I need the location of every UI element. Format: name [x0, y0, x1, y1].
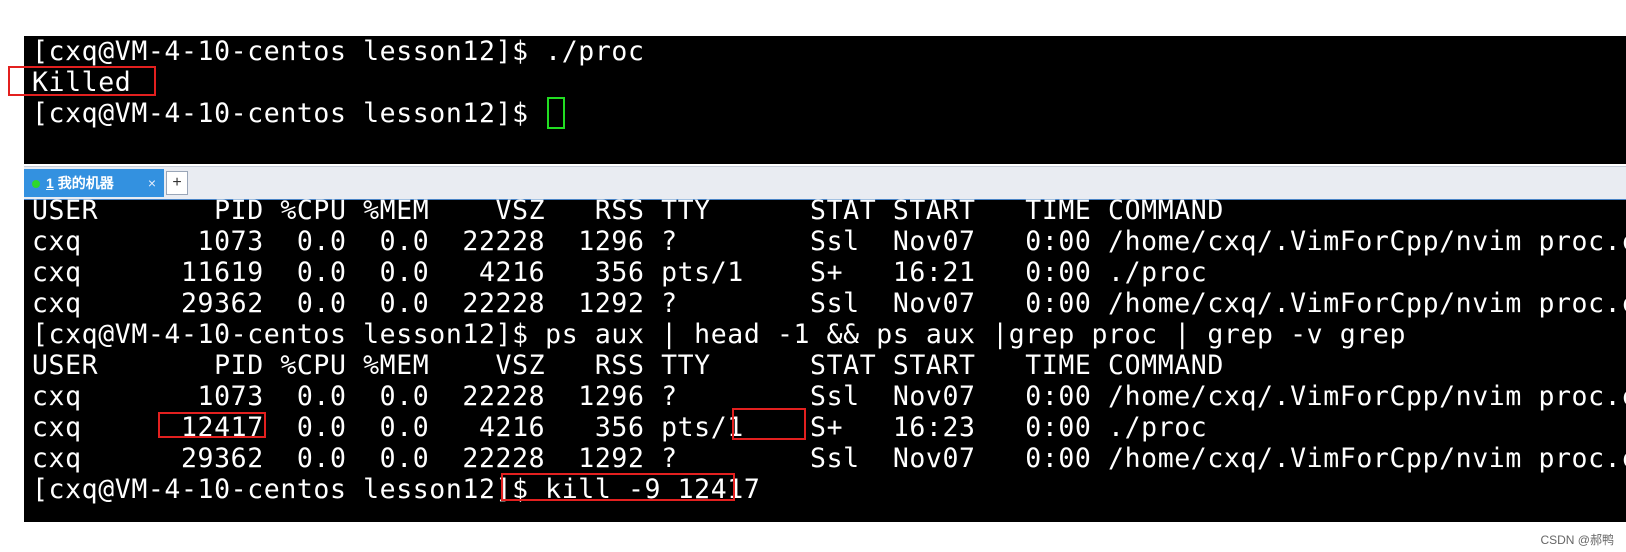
connection-status-dot-icon — [32, 180, 40, 188]
terminal-command-line: [cxq@VM-4-10-centos lesson12]$ ps aux | … — [32, 319, 1407, 350]
tab-label: 我的机器 — [57, 175, 114, 191]
ps-process-row: cxq 29362 0.0 0.0 22228 1292 ? Ssl Nov07… — [32, 443, 1626, 474]
ps-header-row: USER PID %CPU %MEM VSZ RSS TTY STAT STAR… — [32, 195, 1224, 226]
watermark: CSDN @郝鸭 — [1540, 533, 1614, 547]
tab-my-machine[interactable]: 1 我的机器 × — [24, 169, 164, 197]
tab-close-icon[interactable]: × — [148, 169, 156, 197]
highlight-stat-box — [732, 408, 806, 440]
new-tab-button[interactable]: + — [166, 171, 188, 195]
terminal-prompt-line: [cxq@VM-4-10-centos lesson12]$ — [32, 96, 566, 130]
terminal-top[interactable]: [cxq@VM-4-10-centos lesson12]$ ./proc Ki… — [24, 36, 1626, 164]
ps-header-row: USER PID %CPU %MEM VSZ RSS TTY STAT STAR… — [32, 350, 1224, 381]
terminal-bottom[interactable]: USER PID %CPU %MEM VSZ RSS TTY STAT STAR… — [24, 195, 1626, 522]
terminal-prompt: [cxq@VM-4-10-centos lesson12]$ — [32, 98, 546, 129]
ps-process-row: cxq 11619 0.0 0.0 4216 356 pts/1 S+ 16:2… — [32, 257, 1208, 288]
highlight-pid-box — [158, 412, 266, 438]
highlight-kill-command-box — [501, 473, 735, 501]
highlight-killed-box — [8, 66, 156, 96]
ps-process-row: cxq 29362 0.0 0.0 22228 1292 ? Ssl Nov07… — [32, 288, 1626, 319]
ps-process-row: cxq 1073 0.0 0.0 22228 1296 ? Ssl Nov07 … — [32, 226, 1626, 257]
cursor-block — [547, 96, 566, 129]
terminal-line: [cxq@VM-4-10-centos lesson12]$ ./proc — [32, 36, 645, 67]
tab-number: 1 — [46, 175, 54, 191]
ps-process-row: cxq 1073 0.0 0.0 22228 1296 ? Ssl Nov07 … — [32, 381, 1626, 412]
